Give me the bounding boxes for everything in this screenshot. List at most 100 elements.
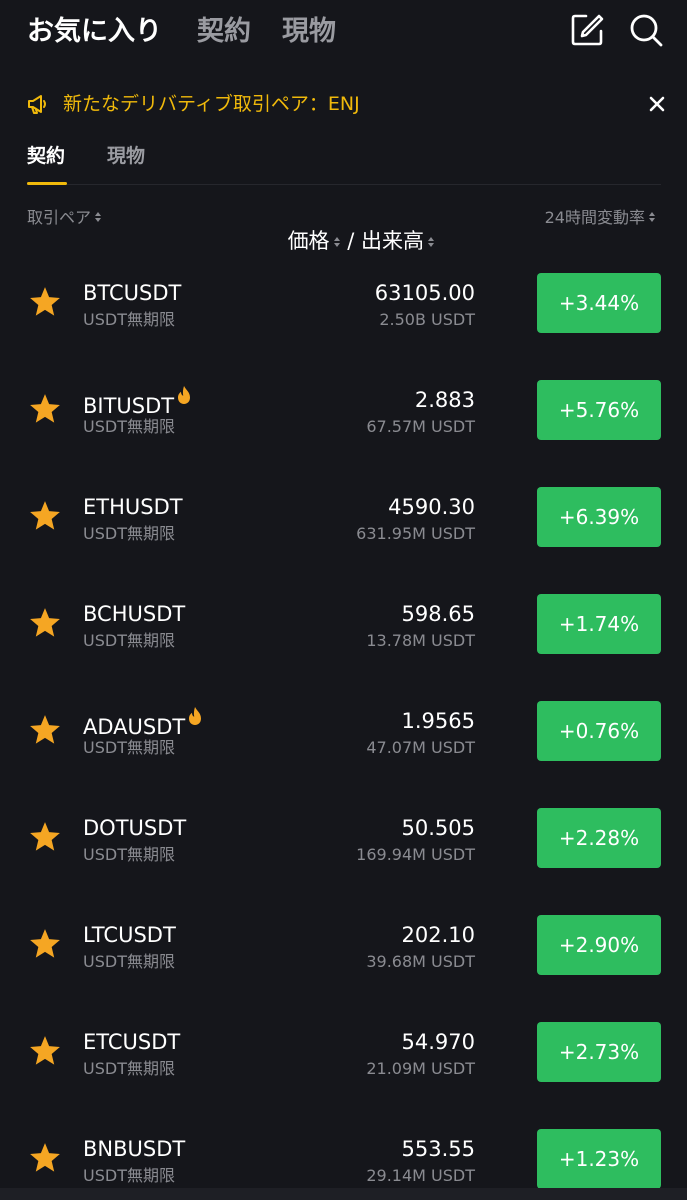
symbol-text: ETCUSDT: [83, 1030, 181, 1054]
announcement-bar[interactable]: 新たなデリバティブ取引ペア：ENJ: [0, 84, 687, 124]
pair-symbol: BTCUSDT: [83, 278, 181, 308]
star-icon[interactable]: [28, 606, 62, 640]
tab-spot[interactable]: 現物: [282, 12, 336, 52]
contract-type: USDT無期限: [83, 738, 175, 757]
subtab-spot[interactable]: 現物: [107, 142, 145, 170]
top-header: お気に入り 契約 現物: [0, 0, 687, 64]
star-icon[interactable]: [28, 927, 62, 961]
sort-icon: [95, 212, 102, 222]
announcement-text[interactable]: 新たなデリバティブ取引ペア：ENJ: [63, 90, 360, 118]
star-icon[interactable]: [28, 1141, 62, 1175]
sort-icon: [428, 237, 434, 247]
table-row[interactable]: ETHUSDT USDT無期限 4590.30 631.95M USDT +6.…: [0, 470, 687, 577]
table-row[interactable]: ADAUSDT USDT無期限 1.9565 47.07M USDT +0.76…: [0, 684, 687, 791]
pair-symbol: LTCUSDT: [83, 920, 176, 950]
active-tab-indicator: [27, 182, 67, 185]
pair-symbol: DOTUSDT: [83, 813, 186, 843]
symbol-text: BTCUSDT: [83, 281, 182, 305]
fire-icon: [189, 707, 202, 725]
table-row[interactable]: BTCUSDT USDT無期限 63105.00 2.50B USDT +3.4…: [0, 256, 687, 363]
sort-pair[interactable]: 取引ペア: [27, 204, 102, 232]
volume-24h: 169.94M USDT: [356, 845, 475, 864]
sort-icon: [649, 212, 655, 222]
pair-symbol: ETHUSDT: [83, 492, 183, 522]
bottom-bar: [0, 1188, 687, 1200]
change-badge[interactable]: +3.44%: [537, 273, 661, 333]
star-icon[interactable]: [28, 713, 62, 747]
contract-type: USDT無期限: [83, 417, 175, 436]
favorites-list: BTCUSDT USDT無期限 63105.00 2.50B USDT +3.4…: [0, 256, 687, 1200]
table-row[interactable]: LTCUSDT USDT無期限 202.10 39.68M USDT +2.90…: [0, 898, 687, 1005]
fire-icon: [178, 386, 191, 404]
last-price: 63105.00: [374, 281, 475, 305]
last-price: 202.10: [401, 923, 475, 947]
last-price: 598.65: [401, 602, 475, 626]
last-price: 50.505: [401, 816, 475, 840]
table-row[interactable]: ETCUSDT USDT無期限 54.970 21.09M USDT +2.73…: [0, 1005, 687, 1112]
contract-type: USDT無期限: [83, 1059, 175, 1078]
last-price: 1.9565: [401, 709, 475, 733]
table-row[interactable]: DOTUSDT USDT無期限 50.505 169.94M USDT +2.2…: [0, 791, 687, 898]
star-icon[interactable]: [28, 1034, 62, 1068]
volume-24h: 631.95M USDT: [356, 524, 475, 543]
table-row[interactable]: BITUSDT USDT無期限 2.883 67.57M USDT +5.76%: [0, 363, 687, 470]
header-separator: /: [340, 229, 361, 253]
tab-favorites[interactable]: お気に入り: [27, 12, 162, 52]
pair-symbol: ETCUSDT: [83, 1027, 180, 1057]
volume-24h: 47.07M USDT: [366, 738, 475, 757]
search-icon[interactable]: [628, 12, 664, 48]
change-badge[interactable]: +1.23%: [537, 1129, 661, 1189]
volume-24h: 29.14M USDT: [366, 1166, 475, 1185]
change-badge[interactable]: +2.90%: [537, 915, 661, 975]
contract-type: USDT無期限: [83, 845, 175, 864]
last-price: 54.970: [401, 1030, 475, 1054]
pair-symbol: BNBUSDT: [83, 1134, 185, 1164]
table-row[interactable]: BNBUSDT USDT無期限 553.55 29.14M USDT +1.23…: [0, 1112, 687, 1200]
volume-24h: 67.57M USDT: [366, 417, 475, 436]
volume-24h: 2.50B USDT: [379, 310, 475, 329]
symbol-text: BNBUSDT: [83, 1137, 186, 1161]
favorites-screen: お気に入り 契約 現物 新たなデリバティブ取引ペア：ENJ 契約 現物 取引ペア…: [0, 0, 687, 1200]
symbol-text: LTCUSDT: [83, 923, 176, 947]
symbol-text: ETHUSDT: [83, 495, 183, 519]
sort-price-volume[interactable]: 価格 / 出来高: [288, 226, 435, 256]
symbol-text: BCHUSDT: [83, 602, 186, 626]
volume-24h: 21.09M USDT: [366, 1059, 475, 1078]
contract-type: USDT無期限: [83, 631, 175, 650]
star-icon[interactable]: [28, 820, 62, 854]
contract-type: USDT無期限: [83, 952, 175, 971]
last-price: 4590.30: [388, 495, 475, 519]
star-icon[interactable]: [28, 392, 62, 426]
last-price: 2.883: [414, 388, 475, 412]
contract-type: USDT無期限: [83, 310, 175, 329]
sub-tabs: 契約 現物: [27, 140, 661, 185]
pair-symbol: BCHUSDT: [83, 599, 185, 629]
sort-icon: [333, 237, 340, 247]
volume-24h: 39.68M USDT: [366, 952, 475, 971]
change-header-label: 24時間変動率: [544, 208, 645, 227]
close-icon[interactable]: [645, 92, 669, 116]
volume-24h: 13.78M USDT: [366, 631, 475, 650]
pair-header-label: 取引ペア: [27, 208, 92, 227]
change-badge[interactable]: +6.39%: [537, 487, 661, 547]
price-header-label: 価格: [287, 229, 330, 253]
change-badge[interactable]: +1.74%: [537, 594, 661, 654]
symbol-text: DOTUSDT: [83, 816, 187, 840]
contract-type: USDT無期限: [83, 524, 175, 543]
change-badge[interactable]: +2.73%: [537, 1022, 661, 1082]
subtab-contracts[interactable]: 契約: [27, 142, 65, 170]
change-badge[interactable]: +5.76%: [537, 380, 661, 440]
megaphone-icon: [28, 95, 46, 114]
tab-contracts[interactable]: 契約: [197, 12, 251, 52]
table-row[interactable]: BCHUSDT USDT無期限 598.65 13.78M USDT +1.74…: [0, 577, 687, 684]
last-price: 553.55: [401, 1137, 475, 1161]
sort-change[interactable]: 24時間変動率: [545, 204, 656, 232]
volume-header-label: 出来高: [361, 229, 424, 253]
change-badge[interactable]: +0.76%: [537, 701, 661, 761]
column-headers: 取引ペア 価格 / 出来高 24時間変動率: [0, 204, 687, 253]
edit-icon[interactable]: [569, 12, 605, 48]
star-icon[interactable]: [28, 285, 62, 319]
star-icon[interactable]: [28, 499, 62, 533]
contract-type: USDT無期限: [83, 1166, 175, 1185]
change-badge[interactable]: +2.28%: [537, 808, 661, 868]
